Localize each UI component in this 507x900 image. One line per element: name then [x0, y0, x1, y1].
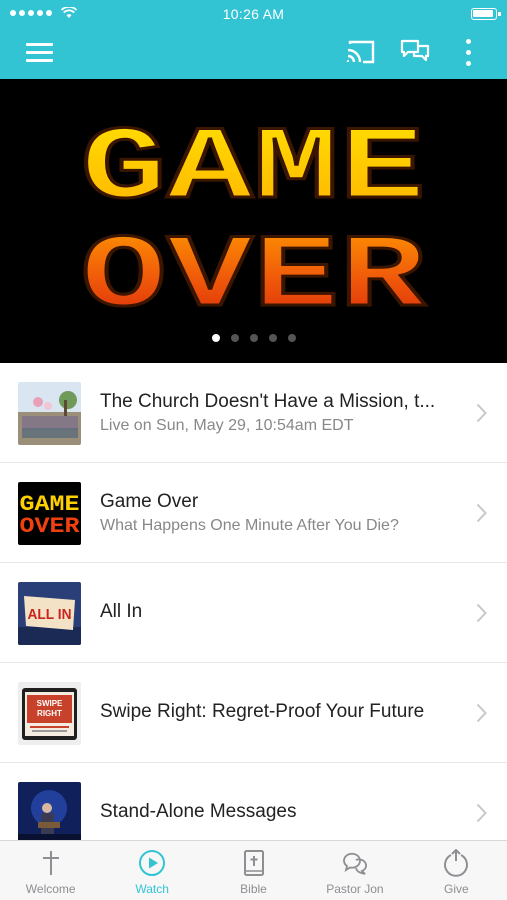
hero-line-1: GAME	[81, 111, 426, 229]
hero-line-2: OVER	[81, 219, 427, 337]
play-icon	[139, 850, 166, 876]
svg-text:OVER: OVER	[20, 514, 81, 539]
battery-icon	[471, 8, 501, 20]
thumbnail-image: SWIPE RIGHT	[18, 682, 81, 745]
tab-label: Welcome	[25, 882, 76, 896]
carousel-pagination	[0, 334, 507, 342]
thumbnail-image	[18, 782, 81, 840]
list-item[interactable]: GAME OVER Game Over What Happens One Min…	[0, 463, 507, 563]
svg-text:RIGHT: RIGHT	[37, 709, 62, 718]
tab-bible[interactable]: Bible	[203, 841, 304, 900]
item-title: Swipe Right: Regret-Proof Your Future	[100, 701, 425, 722]
item-subtitle: What Happens One Minute After You Die?	[100, 517, 399, 534]
cast-icon[interactable]	[346, 39, 376, 65]
carousel-dot[interactable]	[230, 334, 239, 342]
chevron-right-icon	[476, 703, 487, 723]
status-bar: 10:26 AM	[0, 0, 507, 28]
item-subtitle: Live on Sun, May 29, 10:54am EDT	[100, 417, 354, 434]
chat-bubbles-icon	[343, 852, 367, 875]
chevron-right-icon	[476, 503, 487, 523]
tab-label: Watch	[135, 882, 169, 896]
carousel-dot[interactable]	[268, 334, 277, 342]
carousel-dot[interactable]	[249, 334, 258, 342]
carousel-dot[interactable]	[211, 334, 220, 342]
item-title: Stand-Alone Messages	[100, 801, 297, 822]
chevron-right-icon	[476, 403, 487, 423]
bible-icon	[243, 850, 264, 876]
menu-icon[interactable]	[26, 41, 53, 63]
svg-text:ALL IN: ALL IN	[28, 606, 72, 623]
cross-icon	[42, 851, 59, 875]
hero-carousel[interactable]: GAME OVER	[0, 79, 507, 363]
item-title: The Church Doesn't Have a Mission, t...	[100, 391, 436, 412]
svg-text:SWIPE: SWIPE	[37, 699, 63, 708]
status-time: 10:26 AM	[222, 6, 285, 22]
item-title: All In	[100, 601, 143, 622]
tab-welcome[interactable]: Welcome	[0, 841, 101, 900]
item-title: Game Over	[100, 491, 199, 512]
hero-banner-image: GAME OVER	[79, 110, 428, 339]
thumbnail-image: ALL IN	[18, 582, 81, 645]
more-vertical-icon[interactable]	[462, 38, 474, 68]
tab-watch[interactable]: Watch	[101, 841, 202, 900]
chevron-right-icon	[476, 803, 487, 823]
tab-label: Bible	[240, 882, 267, 896]
tab-label: Pastor Jon	[326, 882, 384, 896]
power-icon	[444, 849, 469, 877]
chat-icon[interactable]	[400, 39, 430, 65]
list-item[interactable]: ALL IN All In	[0, 563, 507, 663]
list-item[interactable]: The Church Doesn't Have a Mission, t... …	[0, 363, 507, 463]
list-item[interactable]: SWIPE RIGHT Swipe Right: Regret-Proof Yo…	[0, 663, 507, 763]
thumbnail-image: GAME OVER	[18, 482, 81, 545]
list-item[interactable]: Stand-Alone Messages	[0, 763, 507, 840]
tab-label: Give	[443, 882, 469, 896]
app-header	[0, 28, 507, 79]
carousel-dot[interactable]	[287, 334, 296, 342]
series-list: The Church Doesn't Have a Mission, t... …	[0, 363, 507, 840]
tab-give[interactable]: Give	[406, 841, 507, 900]
chevron-right-icon	[476, 603, 487, 623]
thumbnail-image	[18, 382, 81, 445]
bottom-tab-bar: Welcome Watch Bible Pastor Jon Give	[0, 840, 507, 900]
tab-pastor-jon[interactable]: Pastor Jon	[304, 841, 405, 900]
